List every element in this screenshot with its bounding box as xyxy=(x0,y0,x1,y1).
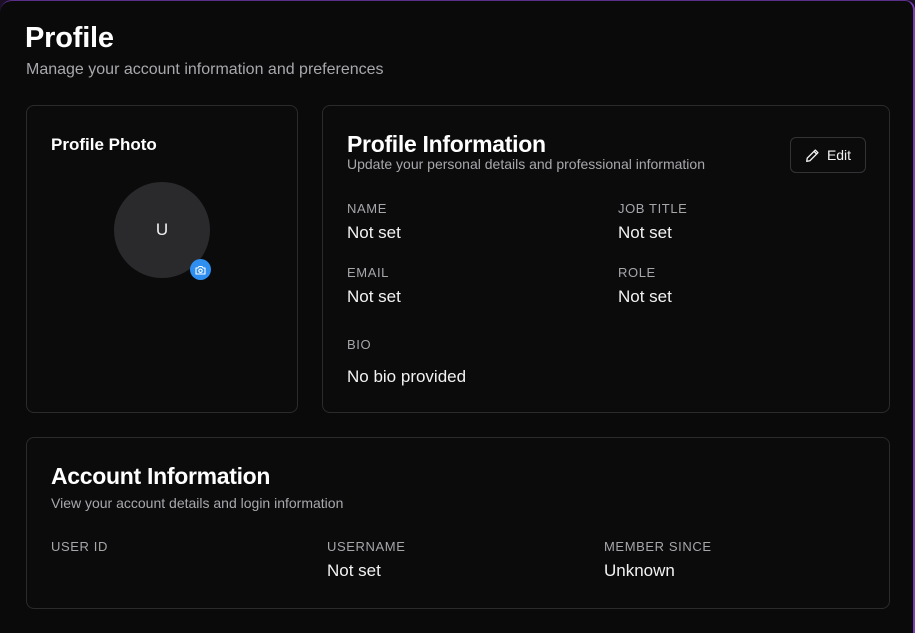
profile-information-subtitle: Update your personal details and profess… xyxy=(347,156,705,172)
profile-photo-title: Profile Photo xyxy=(51,135,157,154)
profile-information-title: Profile Information xyxy=(347,131,546,157)
pencil-icon xyxy=(805,148,819,162)
user-id-label: USER ID xyxy=(51,539,108,554)
name-value: Not set xyxy=(347,223,401,242)
job-title-label: JOB TITLE xyxy=(618,201,688,216)
name-label: NAME xyxy=(347,201,387,216)
avatar-initial: U xyxy=(155,220,169,239)
email-value: Not set xyxy=(347,287,401,306)
edit-button-label: Edit xyxy=(826,147,852,163)
bio-value: No bio provided xyxy=(347,367,467,386)
username-value: Not set xyxy=(327,561,381,580)
role-label: ROLE xyxy=(618,265,656,280)
member-since-label: MEMBER SINCE xyxy=(604,539,712,554)
role-value: Not set xyxy=(618,287,672,306)
account-information-card: Account Information View your account de… xyxy=(26,437,890,609)
camera-icon xyxy=(195,265,206,275)
page-title: Profile xyxy=(25,22,114,54)
email-label: EMAIL xyxy=(347,265,390,280)
profile-window: Profile Manage your account information … xyxy=(0,0,915,633)
profile-photo-card: Profile Photo U xyxy=(26,105,298,413)
change-photo-button[interactable] xyxy=(190,259,211,280)
page-subtitle: Manage your account information and pref… xyxy=(26,61,384,78)
member-since-value: Unknown xyxy=(604,561,675,580)
account-information-subtitle: View your account details and login info… xyxy=(51,495,344,511)
job-title-value: Not set xyxy=(618,223,672,242)
bio-label: BIO xyxy=(347,337,372,352)
edit-button[interactable]: Edit xyxy=(790,137,866,173)
username-label: USERNAME xyxy=(327,539,406,554)
account-information-title: Account Information xyxy=(51,463,271,489)
profile-information-card: Profile Information Update your personal… xyxy=(322,105,890,413)
